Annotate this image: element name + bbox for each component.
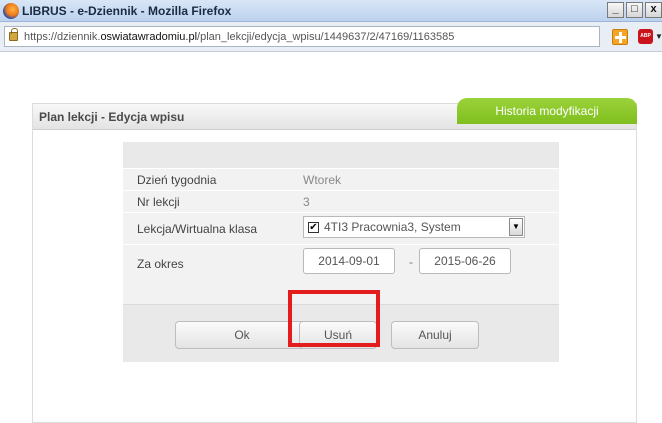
- maximize-button[interactable]: □: [626, 2, 643, 18]
- lesson-row: Nr lekcji 3: [123, 190, 559, 212]
- close-button[interactable]: x: [645, 2, 662, 18]
- date-to-input[interactable]: 2015-06-26: [419, 248, 511, 274]
- adblock-icon[interactable]: ABP: [638, 29, 653, 44]
- period-row: Za okres 2014-09-01 - 2015-06-26: [123, 244, 559, 282]
- day-row: Dzień tygodnia Wtorek: [123, 168, 559, 190]
- url-prefix: https://dziennik.: [24, 31, 101, 43]
- addon-plus-icon[interactable]: [612, 29, 628, 45]
- lock-icon: [9, 28, 18, 41]
- day-label: Dzień tygodnia: [137, 173, 217, 187]
- class-label: Lekcja/Wirtualna klasa: [137, 222, 258, 236]
- day-value: Wtorek: [303, 173, 342, 187]
- form-header: [123, 142, 559, 168]
- class-checkbox[interactable]: ✔: [308, 222, 319, 233]
- page-title: Plan lekcji - Edycja wpisu: [39, 110, 185, 124]
- class-select[interactable]: ✔ 4TI3 Pracownia3, System ▼: [303, 216, 525, 238]
- minimize-button[interactable]: _: [607, 2, 624, 18]
- date-separator: -: [409, 255, 413, 269]
- chevron-down-icon[interactable]: ▼: [655, 32, 662, 41]
- class-row: Lekcja/Wirtualna klasa ✔ 4TI3 Pracownia3…: [123, 212, 559, 244]
- url-text: https://dziennik.oswiatawradomiu.pl/plan…: [24, 31, 454, 43]
- lesson-value: 3: [303, 195, 310, 209]
- window-title: LIBRUS - e-Dziennik - Mozilla Firefox: [22, 4, 232, 18]
- highlight-box: [288, 290, 380, 347]
- class-select-value: 4TI3 Pracownia3, System: [324, 220, 461, 234]
- window-titlebar: LIBRUS - e-Dziennik - Mozilla Firefox _ …: [0, 0, 662, 22]
- period-label: Za okres: [137, 257, 184, 271]
- history-tab[interactable]: Historia modyfikacji: [457, 98, 637, 124]
- edit-entry-panel: Plan lekcji - Edycja wpisu Historia mody…: [32, 98, 637, 423]
- url-path: /plan_lekcji/edycja_wpisu/1449637/2/4716…: [197, 31, 455, 43]
- address-bar: https://dziennik.oswiatawradomiu.pl/plan…: [0, 22, 662, 52]
- dropdown-arrow-icon[interactable]: ▼: [509, 218, 523, 236]
- url-input[interactable]: https://dziennik.oswiatawradomiu.pl/plan…: [4, 26, 600, 47]
- url-domain: oswiatawradomiu.pl: [100, 31, 198, 43]
- lesson-label: Nr lekcji: [137, 195, 180, 209]
- panel-header: Plan lekcji - Edycja wpisu Historia mody…: [33, 98, 637, 130]
- firefox-icon: [3, 3, 19, 19]
- cancel-button[interactable]: Anuluj: [391, 321, 479, 349]
- date-from-input[interactable]: 2014-09-01: [303, 248, 395, 274]
